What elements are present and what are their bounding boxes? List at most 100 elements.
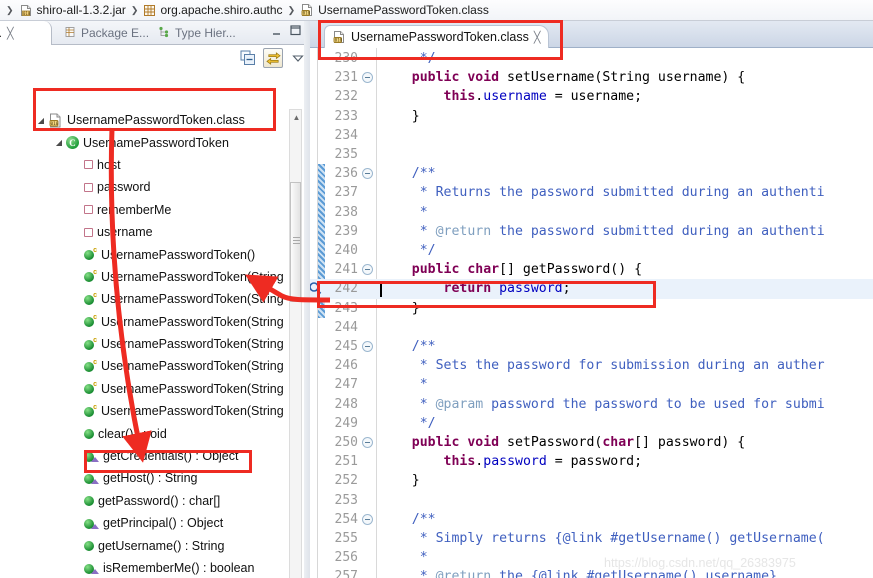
code-text: this.username = username;: [380, 89, 643, 104]
line-number: 237: [334, 185, 358, 201]
line-number: 232: [334, 89, 358, 105]
code-line[interactable]: [310, 318, 873, 337]
outline-scrollbar[interactable]: ▲ ▼: [289, 109, 302, 578]
breadcrumb-root-arrow[interactable]: ❯: [2, 5, 18, 16]
line-number: 230: [334, 51, 358, 66]
code-token: *: [419, 223, 436, 239]
line-number: 247: [334, 377, 358, 393]
tree-item[interactable]: getHost() : String: [0, 467, 296, 489]
link-with-editor-icon[interactable]: [263, 48, 283, 68]
watermark: https://blog.csdn.net/qq_26383975: [604, 556, 796, 570]
maximize-view-icon[interactable]: [289, 24, 302, 37]
code-text: return password;: [380, 281, 571, 296]
tree-item-label: UsernamePasswordToken(String: [101, 404, 284, 419]
code-token: */: [419, 243, 436, 258]
code-fold-icon[interactable]: [362, 341, 373, 352]
expand-twisty-icon[interactable]: ◢: [52, 138, 66, 147]
tree-item[interactable]: getCredentials() : Object: [0, 445, 296, 467]
code-token: @return: [435, 569, 492, 578]
tree-item[interactable]: host: [0, 154, 296, 176]
view-tab-package-explorer[interactable]: Package E...: [58, 21, 155, 45]
view-tab-outline[interactable]: se ... ╳: [0, 21, 52, 45]
tree-item[interactable]: c UsernamePasswordToken(String: [0, 400, 296, 422]
code-text: * Sets the password for submission durin…: [380, 358, 825, 373]
code-token: [] getPassword() {: [499, 262, 643, 278]
tree-item[interactable]: clear() : void: [0, 422, 296, 444]
implementation-marker-icon[interactable]: [310, 281, 322, 295]
tree-item[interactable]: c UsernamePasswordToken(String: [0, 288, 296, 310]
method-icon: [84, 540, 94, 551]
tree-item[interactable]: ◢ C UsernamePasswordToken: [0, 131, 296, 153]
tree-item[interactable]: c UsernamePasswordToken(String: [0, 333, 296, 355]
outline-tree[interactable]: ◢ 010 UsernamePasswordToken.class ◢ C Usernam…: [0, 109, 296, 578]
code-line[interactable]: [310, 491, 873, 510]
method-icon: [84, 495, 94, 506]
scrollbar-grip: [293, 237, 300, 244]
code-token: setPassword(: [507, 435, 603, 450]
tree-item[interactable]: getUsername() : String: [0, 534, 296, 556]
code-line[interactable]: [310, 145, 873, 164]
code-line[interactable]: [310, 126, 873, 145]
close-icon[interactable]: ╳: [534, 31, 541, 44]
view-tab-type-hierarchy[interactable]: Type Hier...: [152, 21, 242, 45]
type-hierarchy-icon: [158, 26, 170, 41]
tree-item-label: UsernamePasswordToken: [83, 135, 229, 150]
tree-item[interactable]: c UsernamePasswordToken(String: [0, 266, 296, 288]
tree-item[interactable]: getPassword() : char[]: [0, 490, 296, 512]
view-tab-label: Package E...: [81, 26, 150, 40]
code-text: */: [380, 51, 436, 66]
code-token: [] password) {: [634, 435, 746, 450]
line-number: 249: [334, 415, 358, 431]
code-text: *: [380, 205, 428, 220]
collapse-all-icon[interactable]: [238, 48, 258, 68]
code-text: *: [380, 377, 428, 392]
tree-item[interactable]: c UsernamePasswordToken(String: [0, 311, 296, 333]
svg-text:010: 010: [51, 121, 59, 127]
tree-item[interactable]: c UsernamePasswordToken(String: [0, 355, 296, 377]
code-text: this.password = password;: [380, 454, 643, 469]
tree-item[interactable]: username: [0, 221, 296, 243]
scrollbar-thumb[interactable]: [290, 182, 301, 302]
line-number: 238: [334, 204, 358, 220]
tree-item[interactable]: isRememberMe() : boolean: [0, 557, 296, 578]
code-text: * Simply returns {@link #getUsername() g…: [380, 531, 825, 546]
close-icon[interactable]: ╳: [7, 27, 14, 40]
breadcrumb-item-label: org.apache.shiro.authc: [160, 3, 283, 17]
classfile-icon: 010: [300, 3, 314, 17]
breadcrumb-item-jar[interactable]: 010 shiro-all-1.3.2.jar: [18, 3, 127, 17]
line-number: 234: [334, 127, 358, 143]
expand-twisty-icon[interactable]: ◢: [34, 116, 48, 125]
breadcrumb[interactable]: ❯ 010 shiro-all-1.3.2.jar ❯ org.apache.s…: [0, 0, 873, 21]
line-number: 254: [334, 511, 358, 527]
tree-item[interactable]: c UsernamePasswordToken(): [0, 243, 296, 265]
code-fold-icon[interactable]: [362, 513, 373, 525]
line-number: 245: [334, 339, 358, 354]
tree-item-label: clear() : void: [98, 426, 167, 441]
breadcrumb-separator-1: ❯: [130, 4, 139, 15]
tree-item[interactable]: getPrincipal() : Object: [0, 512, 296, 534]
constructor-icon: c: [84, 359, 97, 372]
tree-item-label: UsernamePasswordToken(String: [101, 269, 284, 284]
tree-item-label: UsernamePasswordToken(String: [101, 359, 284, 374]
tree-item[interactable]: c UsernamePasswordToken(String: [0, 378, 296, 400]
tree-item-label: UsernamePasswordToken(): [101, 247, 256, 262]
tree-item-label: getHost() : String: [103, 471, 198, 486]
code-text: * @return the {@link #getUsername() user…: [380, 569, 777, 578]
tree-item[interactable]: password: [0, 176, 296, 198]
tree-item[interactable]: rememberMe: [0, 199, 296, 221]
line-number: 248: [334, 396, 358, 412]
editor-body[interactable]: 230 */ 231 public void setUsername(String…: [310, 48, 873, 578]
method-override-icon: [84, 473, 99, 484]
breadcrumb-item-classfile[interactable]: 010 UsernamePasswordToken.class: [299, 3, 490, 17]
code-token: the password submitted during an authent…: [491, 223, 825, 239]
code-token: the {@link #getUsername() username}: [491, 569, 777, 578]
breadcrumb-item-package[interactable]: org.apache.shiro.authc: [142, 3, 283, 17]
minimize-view-icon[interactable]: [270, 25, 282, 37]
code-lines[interactable]: 230 */ 231 public void setUsername(String…: [310, 48, 873, 578]
scroll-up-icon[interactable]: ▲: [291, 111, 302, 124]
line-number: 233: [334, 108, 358, 124]
line-number: 255: [334, 531, 358, 546]
tree-item[interactable]: ◢ 010 UsernamePasswordToken.class: [0, 109, 296, 131]
code-fold-icon[interactable]: [362, 437, 373, 448]
editor-tab[interactable]: 010 UsernamePasswordToken.class ╳: [324, 25, 550, 48]
